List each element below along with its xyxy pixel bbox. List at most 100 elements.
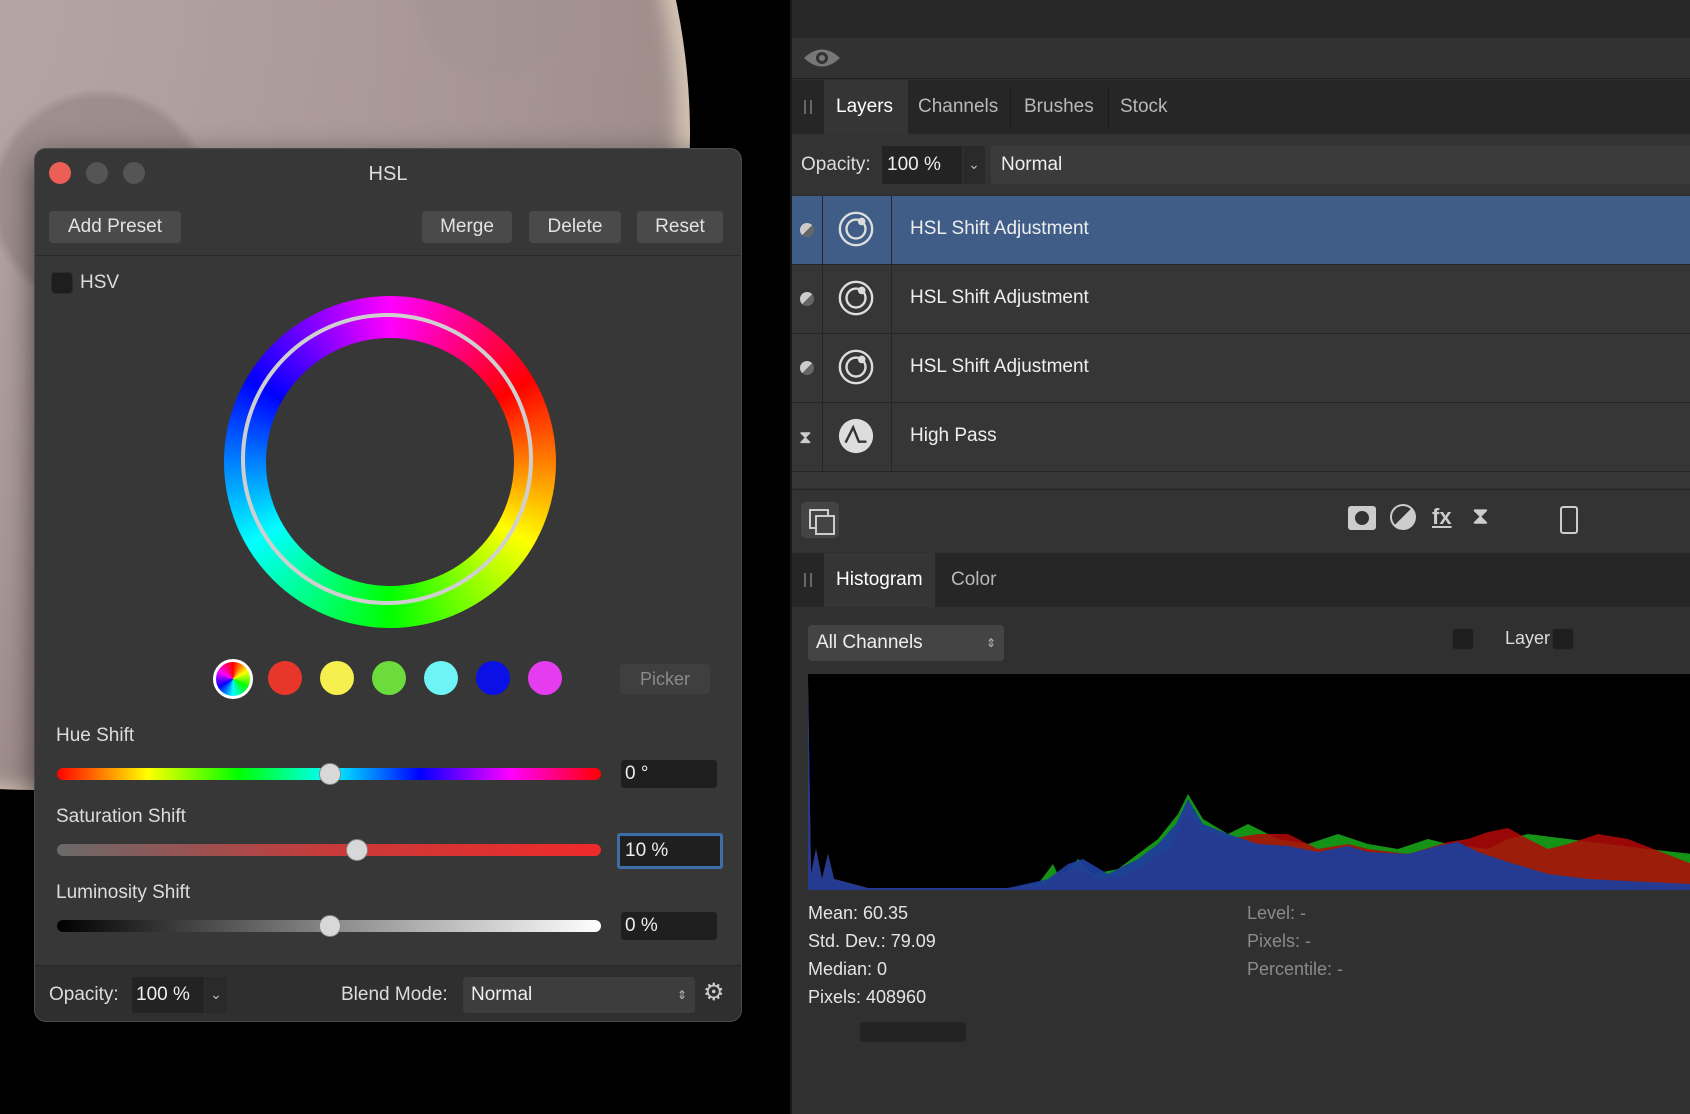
- blend-mode-select[interactable]: Normal ⇕: [463, 977, 695, 1013]
- layer-list: HSL Shift Adjustment HSL Shift Adjustmen…: [792, 196, 1690, 488]
- layer-opacity-label: Opacity:: [801, 154, 871, 175]
- min-input[interactable]: [860, 1022, 966, 1042]
- dialog-title: HSL: [368, 163, 408, 185]
- histogram-percentile: Percentile: -: [1247, 959, 1344, 979]
- hsl-adjustment-icon: [838, 349, 874, 385]
- opacity-input[interactable]: 100 %: [132, 977, 204, 1013]
- channel-select[interactable]: All Channels ⇕: [808, 625, 1004, 661]
- layer-options-row: Opacity: 100 % ⌄ Normal: [792, 134, 1690, 194]
- hue-shift-knob[interactable]: [319, 763, 341, 785]
- layer-name: High Pass: [910, 425, 997, 446]
- layer-name: HSL Shift Adjustment: [910, 287, 1089, 308]
- layer-thumbnail: [823, 334, 892, 402]
- layer-blend-select[interactable]: Normal: [991, 146, 1690, 184]
- saturation-shift-value[interactable]: 10 %: [617, 833, 723, 869]
- layer-name: HSL Shift Adjustment: [910, 356, 1089, 377]
- layers-tabbar: Layers Channels Brushes Stock: [792, 80, 1690, 134]
- fx-icon[interactable]: fx: [1432, 504, 1452, 530]
- layer-row[interactable]: ⧗ High Pass: [792, 403, 1690, 472]
- layer-thumbnail: [823, 265, 892, 333]
- group-icon[interactable]: [1560, 506, 1578, 534]
- histogram-level: Level: -: [1247, 903, 1307, 923]
- layer-row[interactable]: HSL Shift Adjustment: [792, 334, 1690, 403]
- histogram-std-dev: Std. Dev.: 79.09: [808, 931, 936, 951]
- luminosity-shift-value[interactable]: 0 %: [621, 912, 717, 940]
- layer-row[interactable]: HSL Shift Adjustment: [792, 196, 1690, 265]
- blue-swatch[interactable]: [476, 661, 510, 695]
- adjustment-icon[interactable]: [1390, 504, 1416, 530]
- delete-button[interactable]: Delete: [529, 211, 621, 243]
- eye-icon[interactable]: [802, 45, 842, 71]
- tab-color[interactable]: Color: [939, 553, 1008, 607]
- add-preset-button[interactable]: Add Preset: [49, 211, 181, 243]
- master-swatch[interactable]: [213, 659, 253, 699]
- channel-select-value: All Channels: [816, 632, 923, 653]
- histogram-pixels-at-level: Pixels: -: [1247, 931, 1312, 951]
- gear-icon[interactable]: ⚙: [703, 978, 729, 1008]
- adjustment-badge-icon: [800, 223, 814, 237]
- tab-brushes[interactable]: Brushes: [1012, 80, 1106, 134]
- merge-button[interactable]: Merge: [422, 211, 512, 243]
- live-filter-icon[interactable]: ⧗: [1472, 503, 1489, 531]
- hue-shift-value[interactable]: 0 °: [621, 760, 717, 788]
- top-bar: [792, 0, 1690, 38]
- saturation-shift-knob[interactable]: [346, 839, 369, 861]
- reset-button[interactable]: Reset: [637, 211, 723, 243]
- layer-label: Layer: [1505, 628, 1551, 648]
- layer-visibility[interactable]: ⧗: [792, 403, 823, 471]
- high-pass-icon: [838, 418, 874, 454]
- layer-checkbox[interactable]: [1452, 628, 1474, 650]
- dialog-titlebar: HSL: [35, 149, 741, 199]
- layer-thumbnail: [823, 196, 892, 264]
- opacity-dropdown-icon[interactable]: ⌄: [963, 146, 985, 184]
- histogram-mean: Mean: 60.35: [808, 903, 909, 923]
- select-arrows-icon: ⇕: [985, 636, 996, 650]
- select-arrows-icon: ⇕: [676, 988, 687, 1002]
- tab-histogram[interactable]: Histogram: [824, 553, 935, 607]
- luminosity-shift-label: Luminosity Shift: [56, 882, 191, 903]
- layer-row[interactable]: HSL Shift Adjustment: [792, 265, 1690, 334]
- green-swatch[interactable]: [372, 661, 406, 695]
- color-wheel-range-ring[interactable]: [241, 313, 533, 605]
- tab-stock[interactable]: Stock: [1108, 80, 1180, 134]
- red-swatch[interactable]: [268, 661, 302, 695]
- blend-mode-value: Normal: [471, 984, 533, 1005]
- adjustment-badge-icon: [800, 292, 814, 306]
- color-wheel[interactable]: [224, 296, 556, 628]
- yellow-swatch[interactable]: [320, 661, 354, 695]
- mask-icon[interactable]: [1348, 506, 1376, 530]
- second-checkbox[interactable]: [1552, 628, 1574, 650]
- layer-visibility[interactable]: [792, 334, 823, 402]
- toolbar-strip: [792, 38, 1690, 79]
- hsl-adjustment-icon: [838, 280, 874, 316]
- tab-layers[interactable]: Layers: [824, 80, 908, 134]
- hsl-dialog: HSL Add Preset Merge Delete Reset HSV Pi…: [34, 148, 742, 1022]
- hue-shift-label: Hue Shift: [56, 725, 135, 746]
- arrange-layers-icon[interactable]: [801, 502, 839, 538]
- layer-visibility[interactable]: [792, 196, 823, 264]
- opacity-label: Opacity:: [49, 984, 119, 1005]
- layer-opacity-input[interactable]: 100 %: [882, 146, 962, 184]
- cyan-swatch[interactable]: [424, 661, 458, 695]
- hsl-adjustment-icon: [838, 211, 874, 247]
- adjustment-badge-icon: [800, 361, 814, 375]
- histogram-graph: [808, 674, 1690, 890]
- panel-grip-icon[interactable]: [804, 100, 812, 114]
- saturation-shift-slider[interactable]: [57, 844, 601, 856]
- magenta-swatch[interactable]: [528, 661, 562, 695]
- layers-toolbar: fx ⧗: [792, 489, 1690, 552]
- right-panels: Layers Channels Brushes Stock Opacity: 1…: [790, 0, 1690, 1114]
- saturation-shift-label: Saturation Shift: [56, 806, 186, 827]
- layer-visibility[interactable]: [792, 265, 823, 333]
- hsv-checkbox[interactable]: [51, 272, 73, 294]
- opacity-dropdown-icon[interactable]: ⌄: [205, 977, 227, 1013]
- picker-button[interactable]: Picker: [620, 664, 710, 694]
- live-filter-icon: ⧗: [799, 427, 812, 447]
- tab-separator: [1010, 86, 1011, 128]
- dialog-footer: Opacity: 100 % ⌄ Blend Mode: Normal ⇕ ⚙: [35, 965, 741, 1021]
- histogram-tabbar: Histogram Color: [792, 553, 1690, 607]
- blend-mode-label: Blend Mode:: [341, 984, 448, 1005]
- panel-grip-icon[interactable]: [804, 573, 812, 587]
- luminosity-shift-knob[interactable]: [319, 915, 341, 937]
- tab-channels[interactable]: Channels: [906, 80, 1010, 134]
